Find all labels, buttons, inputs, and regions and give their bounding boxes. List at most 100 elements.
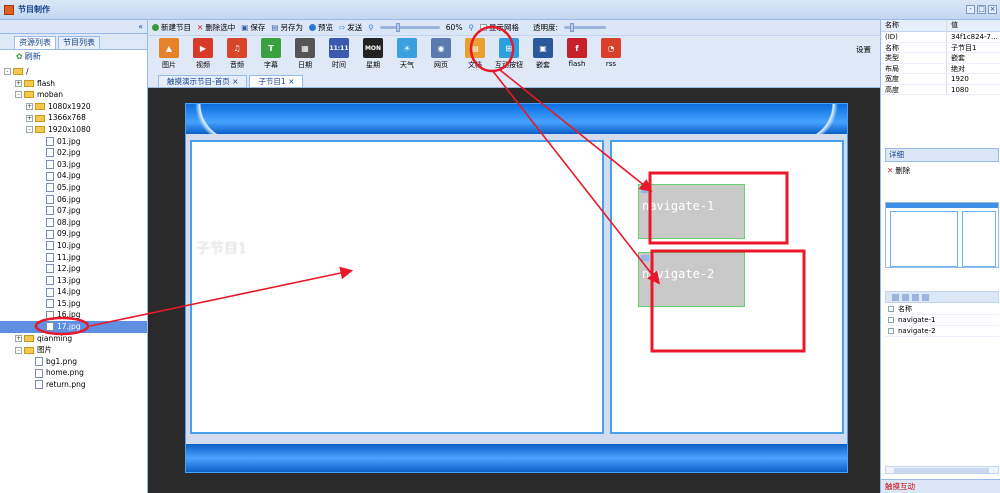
zoom-out-icon[interactable]: ⚲	[368, 23, 374, 32]
property-name-header[interactable]: 名称	[881, 20, 947, 31]
tree-file[interactable]: 16.jpg	[0, 309, 147, 321]
tool-9-button[interactable]: ▤ 文档	[460, 36, 490, 72]
expand-toggle-icon[interactable]: +	[15, 79, 22, 87]
zoom-slider-thumb[interactable]	[395, 23, 400, 32]
expand-toggle-icon[interactable]: -	[15, 91, 22, 99]
button-zone[interactable]: navigate-1 navigate-2	[610, 140, 844, 434]
send-button[interactable]: ⇨ 发送	[339, 22, 362, 33]
scrollbar-thumb[interactable]	[894, 468, 989, 473]
settings-button[interactable]: 设置	[856, 44, 871, 55]
tree-file[interactable]: 04.jpg	[0, 170, 147, 182]
tool-7-button[interactable]: ☀ 天气	[392, 36, 422, 72]
align-left-icon[interactable]	[892, 293, 899, 301]
property-row[interactable]: 高度 1080	[881, 84, 1000, 95]
tree-file[interactable]: 02.jpg	[0, 147, 147, 159]
collapse-button[interactable]: «	[0, 20, 147, 34]
expand-toggle-icon[interactable]: +	[26, 114, 33, 122]
expand-toggle-icon[interactable]: -	[26, 126, 33, 134]
tab-touch-demo-home[interactable]: 触摸演示节目-首页 ×	[158, 75, 248, 87]
tree-file[interactable]: 13.jpg	[0, 275, 147, 287]
design-canvas[interactable]: 子节目1 navigate-1 navigate-2	[148, 88, 880, 493]
element-list-item[interactable]: navigate-2	[885, 326, 999, 337]
show-grid-toggle[interactable]: 显示网格	[479, 22, 519, 33]
tool-13-button[interactable]: ◔ rss	[596, 36, 626, 72]
property-value[interactable]: 1080	[947, 85, 1000, 95]
property-row[interactable]: (ID) 34f1c824-7...	[881, 32, 1000, 43]
horizontal-scrollbar[interactable]	[885, 466, 999, 474]
tool-3-button[interactable]: T 字幕	[256, 36, 286, 72]
preview-button[interactable]: 预览	[308, 22, 333, 33]
program-stage[interactable]: 子节目1 navigate-1 navigate-2	[185, 103, 848, 473]
tree-folder[interactable]: +1366x768	[0, 112, 147, 124]
navigate-1-button[interactable]: navigate-1	[638, 184, 745, 239]
tree-file[interactable]: 03.jpg	[0, 159, 147, 171]
sub-program-zone[interactable]: 子节目1	[190, 140, 604, 434]
property-value[interactable]: 34f1c824-7...	[947, 32, 1000, 42]
select-all-checkbox[interactable]	[888, 306, 894, 312]
grid-checkbox[interactable]	[479, 24, 487, 31]
tree-file[interactable]: 10.jpg	[0, 240, 147, 252]
expand-toggle-icon[interactable]: +	[26, 103, 33, 111]
tree-folder[interactable]: + qianming	[0, 333, 147, 345]
expand-toggle-icon[interactable]: -	[4, 68, 11, 76]
tree-file[interactable]: 06.jpg	[0, 194, 147, 206]
save-button[interactable]: ▣ 保存	[241, 22, 265, 33]
property-value[interactable]: 1920	[947, 74, 1000, 84]
close-icon[interactable]: ×	[288, 77, 294, 86]
property-value[interactable]: 绝对	[947, 64, 1000, 74]
tool-11-button[interactable]: ▣ 嵌套	[528, 36, 558, 72]
tree-folder[interactable]: - /	[0, 66, 147, 78]
tree-folder[interactable]: +1080x1920	[0, 101, 147, 113]
tool-5-button[interactable]: 11:11 时间	[324, 36, 354, 72]
property-row[interactable]: 名称 子节目1	[881, 42, 1000, 53]
close-icon[interactable]: ×	[232, 77, 238, 86]
tree-file[interactable]: 07.jpg	[0, 205, 147, 217]
tool-12-button[interactable]: f flash	[562, 36, 592, 72]
navigate-2-button[interactable]: navigate-2	[638, 252, 745, 307]
align-right-icon[interactable]	[912, 293, 919, 301]
tree-file[interactable]: 09.jpg	[0, 228, 147, 240]
maximize-button[interactable]: □	[977, 5, 986, 14]
tool-2-button[interactable]: ♫ 音频	[222, 36, 252, 72]
tree-file[interactable]: 12.jpg	[0, 263, 147, 275]
tool-0-button[interactable]: ▲ 图片	[154, 36, 184, 72]
tool-6-button[interactable]: MON 星期	[358, 36, 388, 72]
tool-4-button[interactable]: ▦ 日期	[290, 36, 320, 72]
zoom-in-icon[interactable]: ⚲	[468, 23, 474, 32]
tab-resource-list[interactable]: 资源列表	[14, 36, 56, 49]
save-as-button[interactable]: ▤ 另存为	[271, 22, 303, 33]
tool-8-button[interactable]: ◉ 网页	[426, 36, 456, 72]
tree-folder[interactable]: - moban	[0, 89, 147, 101]
property-value[interactable]: 子节目1	[947, 43, 1000, 53]
close-button[interactable]: ×	[988, 5, 997, 14]
tree-folder[interactable]: - 图片	[0, 344, 147, 356]
delete-button[interactable]: ✕ 删除	[887, 165, 910, 176]
tree-file[interactable]: 11.jpg	[0, 252, 147, 264]
tree-file[interactable]: 15.jpg	[0, 298, 147, 310]
distribute-icon[interactable]	[922, 293, 929, 301]
item-checkbox[interactable]	[888, 328, 894, 334]
minimize-button[interactable]: -	[966, 5, 975, 14]
delete-selected-button[interactable]: ✕ 删除选中	[197, 22, 235, 33]
property-value[interactable]: 嵌套	[947, 53, 1000, 63]
tree-file[interactable]: 14.jpg	[0, 286, 147, 298]
tool-10-button[interactable]: ⊞ 互动按钮	[494, 36, 524, 72]
expand-toggle-icon[interactable]: -	[15, 346, 22, 354]
item-checkbox[interactable]	[888, 317, 894, 323]
tree-file[interactable]: return.png	[0, 379, 147, 391]
tree-file[interactable]: bg1.png	[0, 356, 147, 368]
align-center-icon[interactable]	[902, 293, 909, 301]
zoom-slider[interactable]	[379, 23, 440, 32]
tab-sub-program-1[interactable]: 子节目1 ×	[249, 75, 304, 87]
property-row[interactable]: 布局 绝对	[881, 63, 1000, 74]
expand-toggle-icon[interactable]: +	[15, 334, 22, 342]
opacity-slider-thumb[interactable]	[569, 23, 574, 32]
tree-folder[interactable]: - 1920x1080	[0, 124, 147, 136]
opacity-slider[interactable]	[563, 23, 606, 32]
property-row[interactable]: 类型 嵌套	[881, 53, 1000, 64]
element-list-item[interactable]: navigate-1	[885, 315, 999, 326]
property-row[interactable]: 宽度 1920	[881, 74, 1000, 85]
new-program-button[interactable]: 新建节目	[152, 22, 191, 33]
tree-file[interactable]: 05.jpg	[0, 182, 147, 194]
tree-file[interactable]: 08.jpg	[0, 217, 147, 229]
